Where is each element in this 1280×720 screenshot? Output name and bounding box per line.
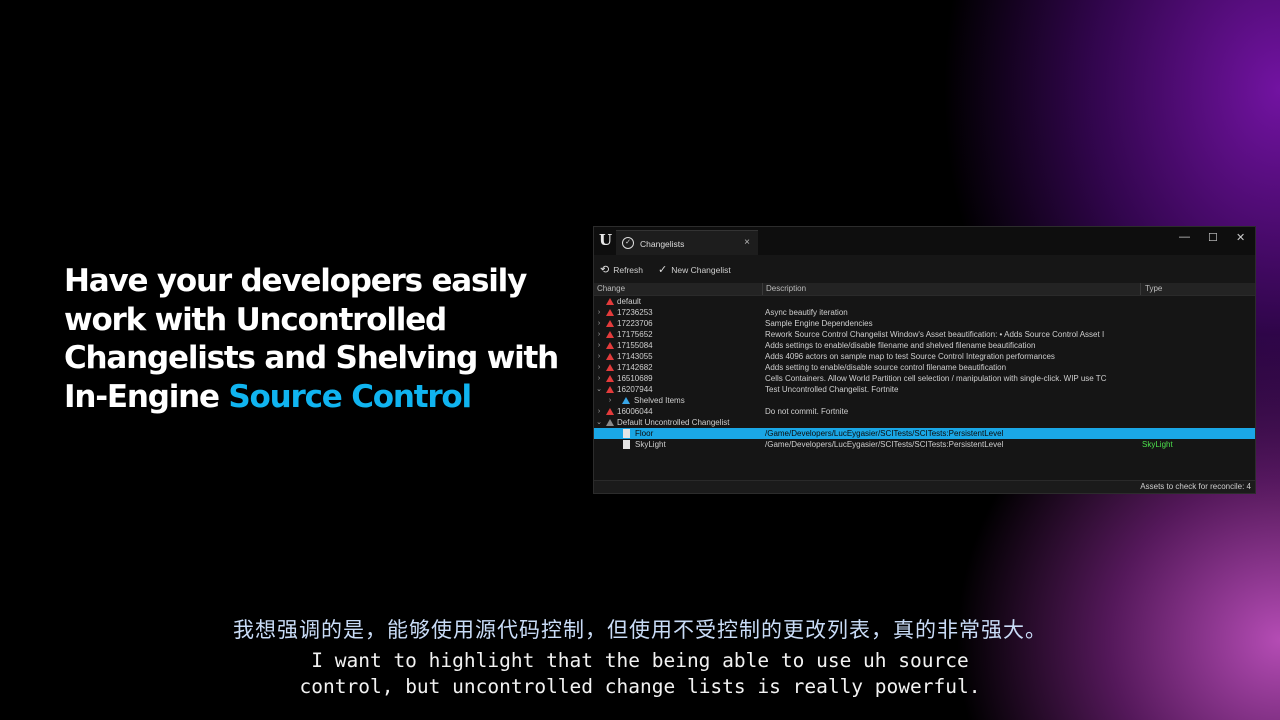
tree-row[interactable]: SkyLight /Game/Developers/LucEygasier/SC… bbox=[594, 439, 1255, 450]
expand-arrow-icon[interactable]: › bbox=[595, 351, 603, 362]
column-type[interactable]: Type bbox=[1145, 284, 1162, 293]
changelist-icon bbox=[606, 298, 614, 305]
close-window-icon[interactable]: ✕ bbox=[1236, 231, 1245, 244]
expand-arrow-icon[interactable]: › bbox=[595, 307, 603, 318]
title-bar: U ✓ Changelists × — ☐ ✕ bbox=[594, 227, 1255, 255]
refresh-icon: ⟲ bbox=[600, 264, 610, 276]
minimize-icon[interactable]: — bbox=[1179, 231, 1190, 243]
uncontrolled-changelist-icon bbox=[606, 419, 614, 426]
changelist-icon bbox=[606, 320, 614, 327]
tree-row[interactable]: › 17155084 Adds settings to enable/disab… bbox=[594, 340, 1255, 351]
tree-row[interactable]: › 17175652 Rework Source Control Changel… bbox=[594, 329, 1255, 340]
checkmark-icon: ✓ bbox=[658, 264, 668, 276]
refresh-button[interactable]: ⟲ Refresh bbox=[600, 263, 643, 276]
subtitle-chinese: 我想强调的是，能够使用源代码控制，但使用不受控制的更改列表，真的非常强大。 bbox=[233, 618, 1047, 642]
expand-arrow-icon[interactable]: › bbox=[595, 406, 603, 417]
changelist-icon bbox=[606, 353, 614, 360]
column-separator[interactable] bbox=[762, 283, 763, 295]
column-description[interactable]: Description bbox=[766, 284, 806, 293]
refresh-label: Refresh bbox=[613, 264, 643, 275]
shelved-icon bbox=[622, 397, 630, 404]
tree-row[interactable]: › 16510689 Cells Containers. Allow World… bbox=[594, 373, 1255, 384]
asset-file-icon bbox=[623, 440, 630, 449]
tab-label: Changelists bbox=[640, 239, 685, 249]
new-changelist-label: New Changelist bbox=[671, 264, 731, 275]
expand-arrow-icon[interactable]: › bbox=[595, 373, 603, 384]
tree-row-selected[interactable]: Floor /Game/Developers/LucEygasier/SCITe… bbox=[594, 428, 1255, 439]
tree-row[interactable]: default bbox=[594, 296, 1255, 307]
changelist-icon bbox=[606, 309, 614, 316]
collapse-arrow-icon[interactable]: ⌄ bbox=[595, 417, 603, 428]
changelist-tree: default › 17236253 Async beautify iterat… bbox=[594, 296, 1255, 450]
column-change[interactable]: Change bbox=[597, 284, 625, 293]
expand-arrow-icon[interactable]: › bbox=[595, 329, 603, 340]
tree-row[interactable]: › 16006044 Do not commit. Fortnite bbox=[594, 406, 1255, 417]
tree-row[interactable]: › 17236253 Async beautify iteration bbox=[594, 307, 1255, 318]
changelist-icon bbox=[606, 386, 614, 393]
tree-row[interactable]: › 17142682 Adds setting to enable/disabl… bbox=[594, 362, 1255, 373]
tab-close-icon[interactable]: × bbox=[744, 237, 750, 248]
subtitle-english-line-1: I want to highlight that the being able … bbox=[311, 649, 969, 672]
expand-arrow-icon[interactable]: › bbox=[595, 340, 603, 351]
status-text: Assets to check for reconcile: 4 bbox=[1140, 482, 1251, 491]
unreal-logo-icon: U bbox=[599, 231, 613, 249]
column-header: Change Description Type bbox=[594, 283, 1255, 296]
tab-changelists[interactable]: ✓ Changelists × bbox=[616, 230, 758, 255]
changelist-icon bbox=[606, 375, 614, 382]
changelist-icon bbox=[606, 408, 614, 415]
changelist-icon bbox=[606, 342, 614, 349]
asset-file-icon bbox=[623, 429, 630, 438]
subtitle-english-line-2: control, but uncontrolled change lists i… bbox=[299, 675, 981, 698]
subtitle-english: I want to highlight that the being able … bbox=[0, 648, 1280, 700]
status-bar: Assets to check for reconcile: 4 bbox=[594, 480, 1255, 493]
tree-row[interactable]: › 17143055 Adds 4096 actors on sample ma… bbox=[594, 351, 1255, 362]
tree-row[interactable]: › Shelved Items bbox=[594, 395, 1255, 406]
toolbar: ⟲ Refresh ✓ New Changelist bbox=[594, 255, 1255, 283]
changelist-icon bbox=[606, 331, 614, 338]
expand-arrow-icon[interactable]: › bbox=[595, 362, 603, 373]
tree-row[interactable]: ⌄ Default Uncontrolled Changelist bbox=[594, 417, 1255, 428]
new-changelist-button[interactable]: ✓ New Changelist bbox=[658, 263, 731, 276]
changelists-window: U ✓ Changelists × — ☐ ✕ ⟲ Refresh ✓ New … bbox=[593, 226, 1256, 494]
headline: Have your developers easily work with Un… bbox=[64, 262, 584, 416]
changelist-icon bbox=[606, 364, 614, 371]
expand-arrow-icon[interactable]: › bbox=[606, 395, 614, 406]
changelist-tab-icon: ✓ bbox=[622, 237, 634, 249]
expand-arrow-icon[interactable]: › bbox=[595, 318, 603, 329]
tree-row[interactable]: › 17223706 Sample Engine Dependencies bbox=[594, 318, 1255, 329]
collapse-arrow-icon[interactable]: ⌄ bbox=[595, 384, 603, 395]
tree-row[interactable]: ⌄ 16207944 Test Uncontrolled Changelist.… bbox=[594, 384, 1255, 395]
column-separator[interactable] bbox=[1140, 283, 1141, 295]
maximize-icon[interactable]: ☐ bbox=[1208, 231, 1218, 244]
headline-accent: Source Control bbox=[228, 378, 472, 415]
